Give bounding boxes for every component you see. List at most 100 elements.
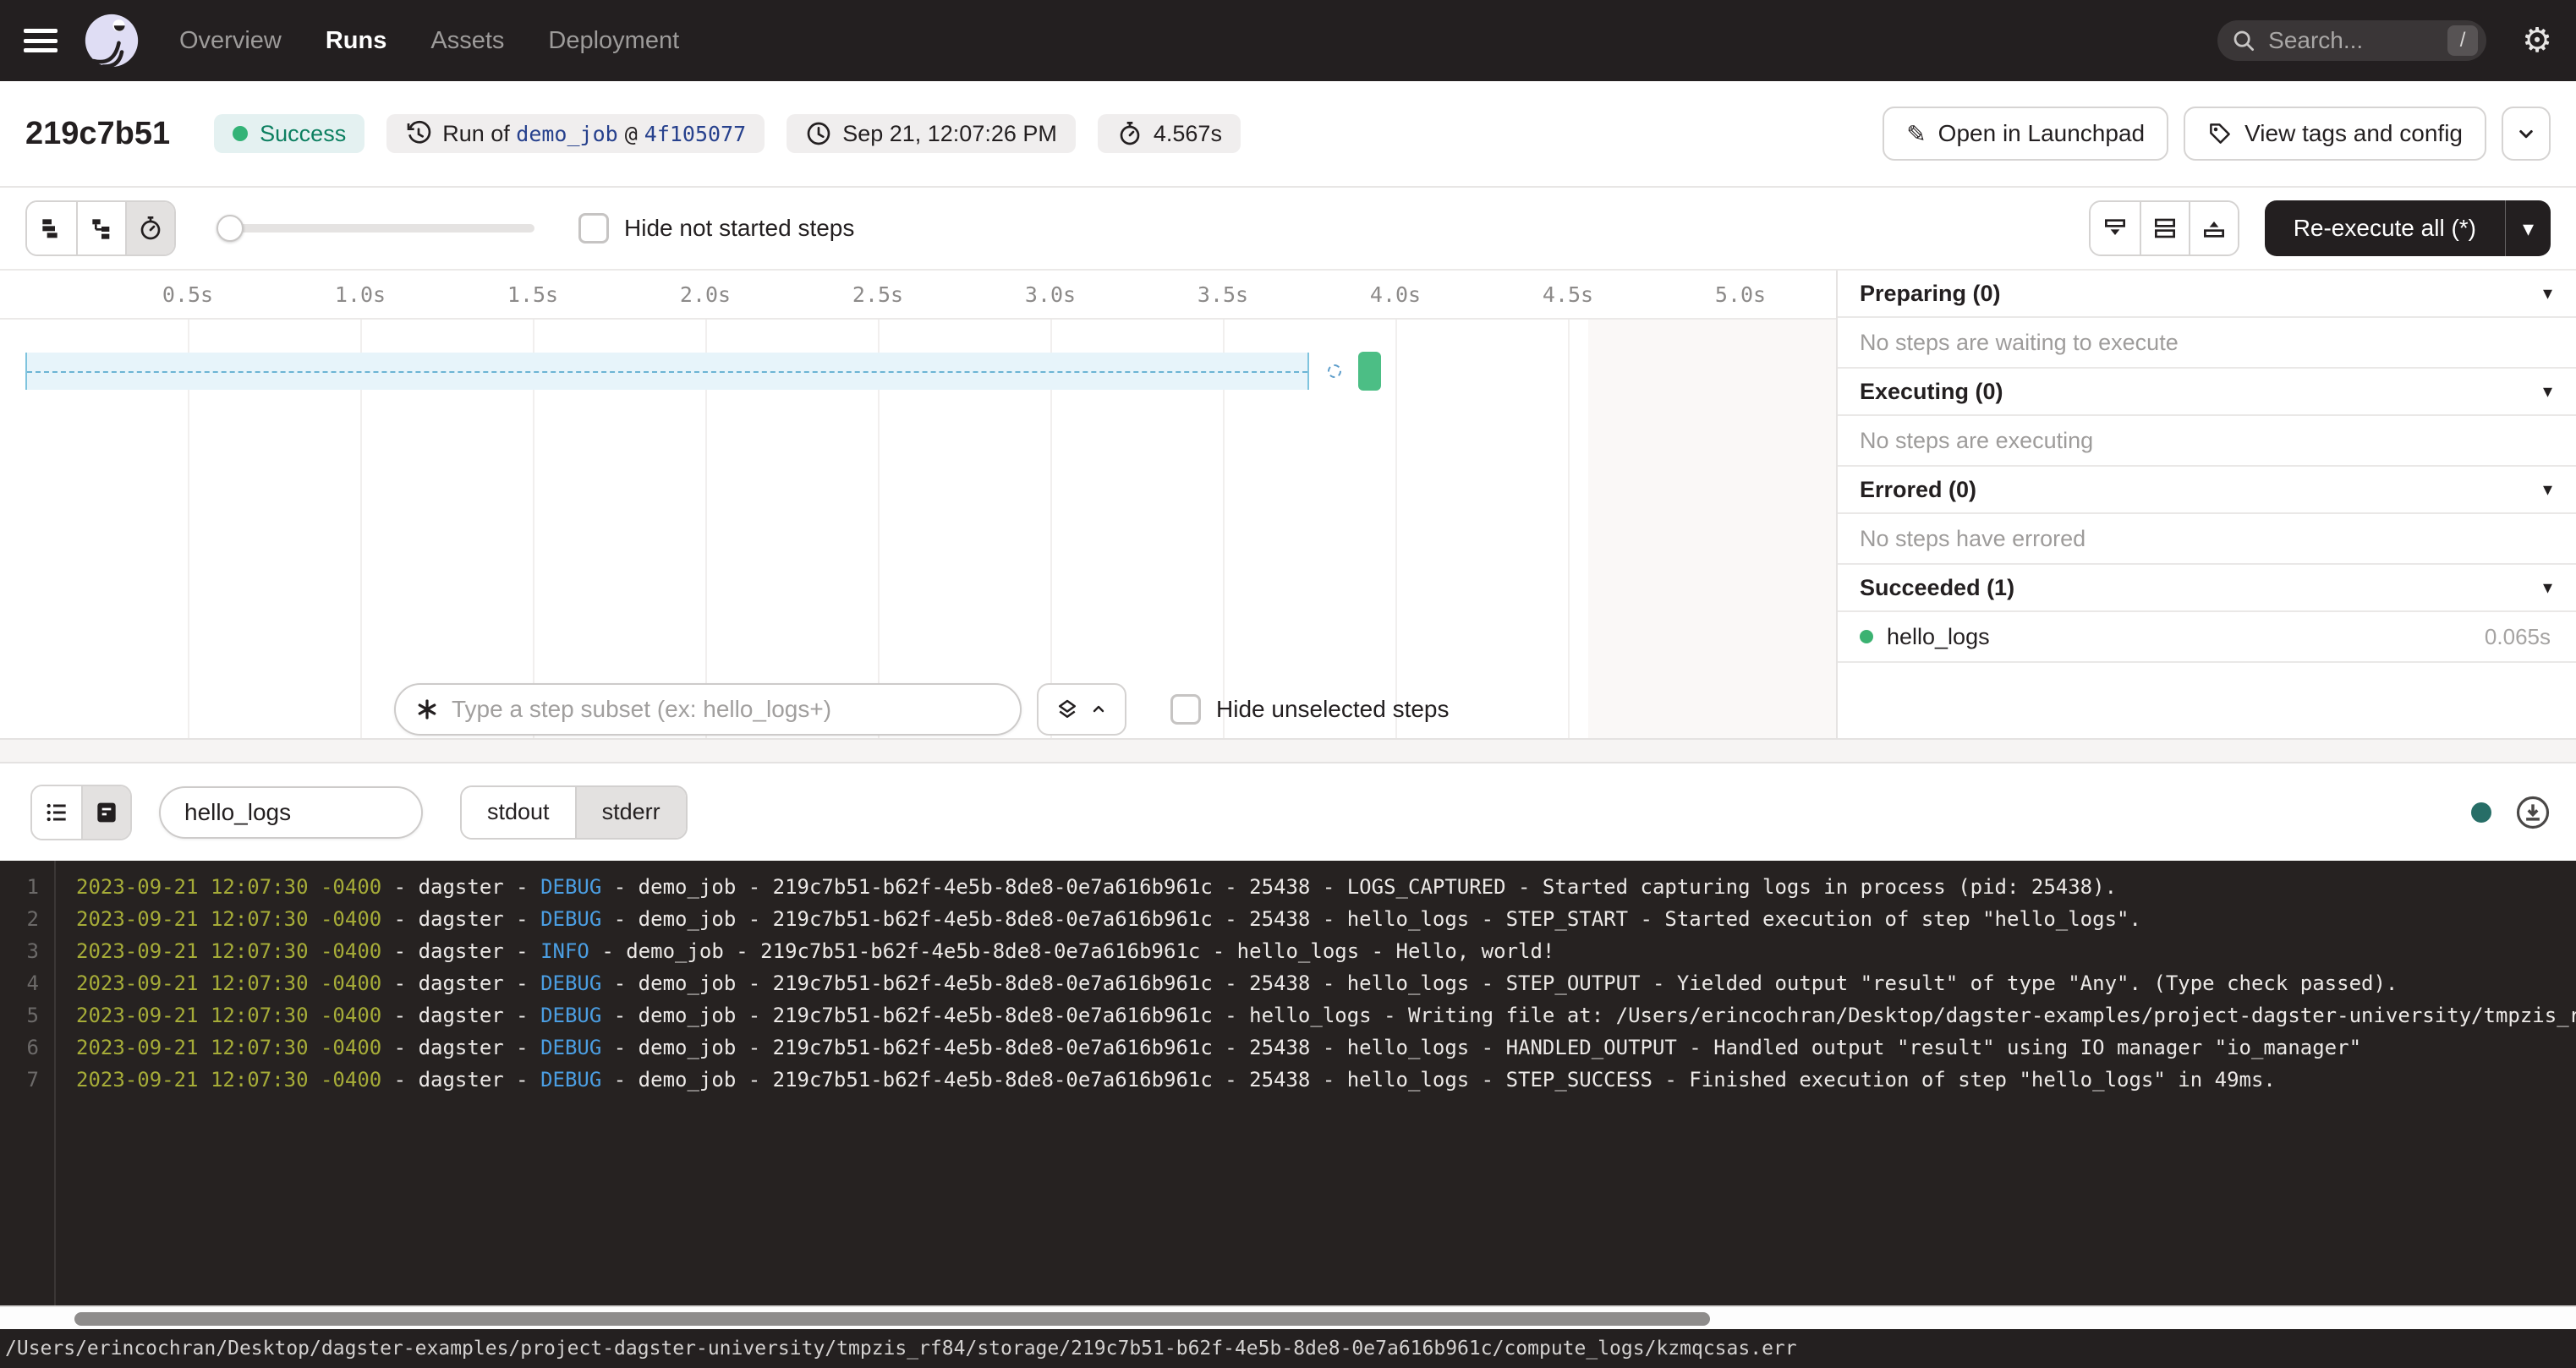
log-line-text: 2023-09-21 12:07:30 -0400 - dagster - IN… [76, 939, 1554, 963]
gantt-chart: 0.5s1.0s1.5s2.0s2.5s3.0s3.5s4.0s4.5s5.0s… [0, 271, 1838, 738]
nav-item-overview[interactable]: Overview [179, 27, 282, 55]
waterfall-view-icon[interactable] [76, 202, 125, 254]
log-line-number: 3 [0, 939, 39, 963]
gantt-marker-dot [1328, 364, 1341, 378]
axis-tick-label: 2.0s [680, 282, 731, 307]
nav-item-assets[interactable]: Assets [430, 27, 504, 55]
succeeded-step-row[interactable]: hello_logs 0.065s [1838, 612, 2576, 663]
log-line: 1 2023-09-21 12:07:30 -0400 - dagster - D… [0, 871, 2576, 903]
search-icon [2231, 28, 2256, 53]
live-indicator-dot [2471, 802, 2491, 823]
gantt-bottom-strip [0, 738, 2576, 763]
slider-handle[interactable] [216, 215, 244, 242]
collapse-panel-down-icon[interactable] [2091, 202, 2140, 254]
beyond-duration-shade [1588, 320, 1836, 738]
chevron-down-icon[interactable]: ▾ [2543, 479, 2552, 501]
log-line: 3 2023-09-21 12:07:30 -0400 - dagster - I… [0, 935, 2576, 967]
code-version-link[interactable]: 4f105077 [644, 122, 746, 146]
log-line-text: 2023-09-21 12:07:30 -0400 - dagster - DE… [76, 971, 2398, 995]
success-dot-icon [1860, 630, 1873, 643]
log-line: 52023-09-21 12:07:30 -0400 - dagster - D… [0, 999, 2576, 1031]
gantt-toolbar: Hide not started steps [0, 188, 2576, 271]
dagster-app: Overview Runs Assets Deployment Search..… [0, 0, 2576, 1368]
run-actions-menu-button[interactable] [2502, 107, 2551, 161]
hide-unselected-toggle[interactable]: Hide unselected steps [1170, 694, 1450, 725]
hide-unselected-checkbox[interactable] [1170, 694, 1201, 725]
step-subset-placeholder: Type a step subset (ex: hello_logs+) [452, 696, 831, 723]
nav-item-runs[interactable]: Runs [326, 27, 387, 55]
log-line: 72023-09-21 12:07:30 -0400 - dagster - D… [0, 1064, 2576, 1096]
section-succeeded[interactable]: Succeeded (1) ▾ [1838, 565, 2576, 612]
top-nav: Overview Runs Assets Deployment Search..… [0, 0, 2576, 81]
reexecute-all-button[interactable]: Re-execute all (*) ▾ [2265, 200, 2551, 256]
reexecute-menu-caret[interactable]: ▾ [2505, 200, 2551, 256]
chevron-down-icon[interactable]: ▾ [2543, 380, 2552, 402]
history-icon [405, 120, 432, 147]
section-executing[interactable]: Executing (0) ▾ [1838, 369, 2576, 416]
split-panel-icon[interactable] [2140, 202, 2189, 254]
dagster-logo[interactable] [83, 12, 140, 69]
log-line-number: 1 [0, 875, 39, 899]
axis-tick-label: 3.5s [1198, 282, 1248, 307]
section-errored[interactable]: Errored (0) ▾ [1838, 467, 2576, 514]
open-in-launchpad-button[interactable]: ✎ Open in Launchpad [1883, 107, 2168, 161]
hide-not-started-checkbox[interactable] [578, 213, 609, 244]
log-output[interactable]: 1 2023-09-21 12:07:30 -0400 - dagster - D… [0, 861, 2576, 1305]
search-input[interactable]: Search... / [2217, 20, 2486, 61]
step-subset-icon [414, 697, 440, 722]
chevron-up-icon [1088, 699, 1109, 720]
layers-button[interactable] [1037, 683, 1126, 736]
structured-log-view-icon[interactable] [32, 786, 81, 839]
log-line-text: 2023-09-21 12:07:30 -0400 - dagster - DE… [76, 1068, 2276, 1092]
steps-status-panel: Preparing (0) ▾ No steps are waiting to … [1838, 271, 2576, 738]
log-line-number: 4 [0, 971, 39, 995]
log-line-text: 2023-09-21 12:07:30 -0400 - dagster - DE… [76, 1004, 2576, 1027]
stopwatch-view-icon[interactable] [125, 202, 174, 254]
success-dot-icon [233, 126, 248, 141]
axis-tick-label: 1.5s [507, 282, 558, 307]
step-bar-hello-logs[interactable] [1358, 352, 1381, 391]
download-icon[interactable] [2515, 795, 2551, 830]
flat-view-icon[interactable] [27, 202, 76, 254]
chevron-down-icon [2513, 121, 2539, 146]
chevron-down-icon[interactable]: ▾ [2543, 577, 2552, 599]
scrollbar-thumb[interactable] [74, 1312, 1710, 1326]
section-preparing[interactable]: Preparing (0) ▾ [1838, 271, 2576, 318]
log-line-text: 2023-09-21 12:07:30 -0400 - dagster - DE… [76, 907, 2141, 931]
gantt-zoom-slider[interactable] [216, 224, 534, 233]
step-subset-row: Type a step subset (ex: hello_logs+) [394, 683, 1450, 736]
step-waiting-band [25, 353, 1309, 390]
tab-stderr[interactable]: stderr [575, 787, 686, 838]
job-link[interactable]: demo_job [516, 122, 617, 146]
log-line-text: 2023-09-21 12:07:30 -0400 - dagster - DE… [76, 875, 2117, 899]
raw-log-view-icon[interactable] [81, 786, 130, 839]
gantt-plot: Type a step subset (ex: hello_logs+) [0, 320, 1836, 738]
log-file-path-statusbar: /Users/erincochran/Desktop/dagster-examp… [0, 1329, 2576, 1368]
nav-item-deployment[interactable]: Deployment [548, 27, 679, 55]
expand-panel-up-icon[interactable] [2189, 202, 2238, 254]
search-placeholder: Search... [2268, 27, 2447, 54]
chevron-down-icon[interactable]: ▾ [2543, 282, 2552, 304]
gear-icon[interactable]: ⚙ [2522, 24, 2552, 57]
panel-layout-toggle-group [2089, 200, 2239, 256]
hide-not-started-toggle[interactable]: Hide not started steps [578, 213, 854, 244]
log-line-number: 2 [0, 907, 39, 931]
duration-pill: 4.567s [1098, 114, 1241, 153]
log-filter-input[interactable]: hello_logs [159, 786, 423, 839]
axis-tick-label: 5.0s [1715, 282, 1766, 307]
axis-tick-label: 1.0s [335, 282, 386, 307]
run-of-pill: Run of demo_job @ 4f105077 [386, 114, 765, 153]
view-tags-config-button[interactable]: View tags and config [2184, 107, 2486, 161]
log-view-toggle-group [30, 785, 132, 840]
log-toolbar: hello_logs stdout stderr [0, 763, 2576, 861]
step-subset-input[interactable]: Type a step subset (ex: hello_logs+) [394, 683, 1022, 736]
tab-stdout[interactable]: stdout [462, 787, 575, 838]
pencil-icon: ✎ [1906, 120, 1926, 148]
menu-icon[interactable] [24, 29, 58, 52]
layers-icon [1055, 697, 1080, 722]
gantt-time-axis: 0.5s1.0s1.5s2.0s2.5s3.0s3.5s4.0s4.5s5.0s [0, 271, 1836, 320]
log-horizontal-scrollbar[interactable] [0, 1305, 2576, 1329]
stopwatch-icon [1116, 120, 1143, 147]
run-header: 219c7b51 Success Run of demo_job @ 4f105… [0, 81, 2576, 188]
run-main: 0.5s1.0s1.5s2.0s2.5s3.0s3.5s4.0s4.5s5.0s… [0, 271, 2576, 738]
